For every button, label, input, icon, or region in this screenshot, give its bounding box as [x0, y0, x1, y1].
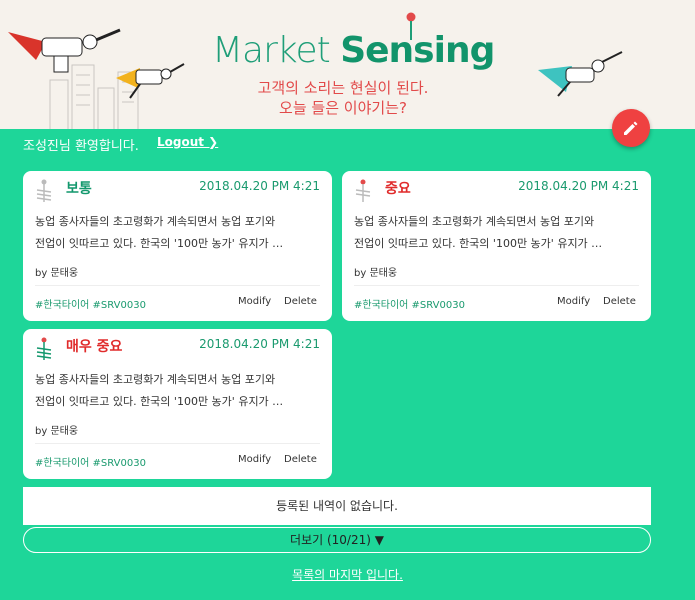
card-tags: #한국타이어 #SRV0030: [35, 300, 146, 311]
flying-hero-yellow-cape-illustration: [116, 63, 185, 99]
card-date: 2018.04.20 PM 4:21: [518, 179, 639, 193]
card-body-line-1: 농업 종사자들의 초고령화가 계속되면서 농업 포기와: [35, 373, 276, 386]
importance-very-important-icon: [36, 337, 52, 360]
load-more-button[interactable]: 더보기 (10/21) ▼: [23, 527, 651, 553]
flying-heroine-teal-cape-illustration: [538, 51, 623, 97]
importance-label: 매우 중요: [66, 339, 123, 355]
logo-text: Market Sensing: [212, 30, 495, 71]
market-sensing-logo: Market Sensing: [212, 12, 495, 80]
tagline-line-2: 오늘 들은 이야기는?: [279, 99, 407, 117]
delete-button[interactable]: Delete: [284, 296, 317, 307]
welcome-bar: 조성진님 환영합니다. Logout ❯: [0, 129, 695, 159]
tagline: 고객의 소리는 현실이 된다. 오늘 들은 이야기는?: [228, 78, 458, 118]
pencil-icon: [624, 121, 638, 135]
card-author: by 문태웅: [35, 268, 79, 279]
card-divider: [354, 285, 639, 286]
flying-hero-red-cape-illustration: [8, 28, 121, 73]
card-author: by 문태웅: [354, 268, 398, 279]
tagline-line-1: 고객의 소리는 현실이 된다.: [257, 79, 429, 97]
card-body-line-2: 전업이 잇따르고 있다. 한국의 '100만 농가' 유지가 …: [35, 395, 284, 408]
voc-card[interactable]: 중요 2018.04.20 PM 4:21 농업 종사자들의 초고령화가 계속되…: [342, 171, 651, 321]
voc-card[interactable]: 매우 중요 2018.04.20 PM 4:21 농업 종사자들의 초고령화가 …: [23, 329, 332, 479]
card-author: by 문태웅: [35, 426, 79, 437]
card-body-line-2: 전업이 잇따르고 있다. 한국의 '100만 농가' 유지가 …: [35, 237, 284, 250]
card-divider: [35, 285, 320, 286]
write-fab-button[interactable]: [612, 109, 650, 147]
empty-message-box: 등록된 내역이 없습니다.: [23, 487, 651, 525]
delete-button[interactable]: Delete: [603, 296, 636, 307]
delete-button[interactable]: Delete: [284, 454, 317, 465]
voc-card[interactable]: 보통 2018.04.20 PM 4:21 농업 종사자들의 초고령화가 계속되…: [23, 171, 332, 321]
logout-link[interactable]: Logout ❯: [157, 135, 218, 149]
card-tags: #한국타이어 #SRV0030: [354, 300, 465, 311]
card-body-line-2: 전업이 잇따르고 있다. 한국의 '100만 농가' 유지가 …: [354, 237, 603, 250]
importance-label: 보통: [66, 181, 92, 197]
importance-normal-icon: [36, 179, 52, 202]
welcome-text: 조성진님 환영합니다.: [23, 139, 139, 154]
modify-button[interactable]: Modify: [557, 296, 590, 307]
card-body: 농업 종사자들의 초고령화가 계속되면서 농업 포기와 전업이 잇따르고 있다.…: [35, 369, 321, 413]
importance-label: 중요: [385, 181, 411, 197]
card-body: 농업 종사자들의 초고령화가 계속되면서 농업 포기와 전업이 잇따르고 있다.…: [35, 211, 321, 255]
card-divider: [35, 443, 320, 444]
card-body-line-1: 농업 종사자들의 초고령화가 계속되면서 농업 포기와: [354, 215, 595, 228]
card-body: 농업 종사자들의 초고령화가 계속되면서 농업 포기와 전업이 잇따르고 있다.…: [354, 211, 640, 255]
card-body-line-1: 농업 종사자들의 초고령화가 계속되면서 농업 포기와: [35, 215, 276, 228]
end-of-list-text: 목록의 마지막 입니다.: [292, 568, 403, 582]
card-date: 2018.04.20 PM 4:21: [199, 179, 320, 193]
logo-text-light: Market: [212, 30, 341, 71]
modify-button[interactable]: Modify: [238, 454, 271, 465]
location-pin-icon: [406, 12, 416, 40]
modify-button[interactable]: Modify: [238, 296, 271, 307]
card-date: 2018.04.20 PM 4:21: [199, 337, 320, 351]
card-tags: #한국타이어 #SRV0030: [35, 458, 146, 469]
importance-important-icon: [355, 179, 371, 202]
header-banner: Market Sensing 고객의 소리는 현실이 된다. 오늘 들은 이야기…: [0, 0, 695, 129]
